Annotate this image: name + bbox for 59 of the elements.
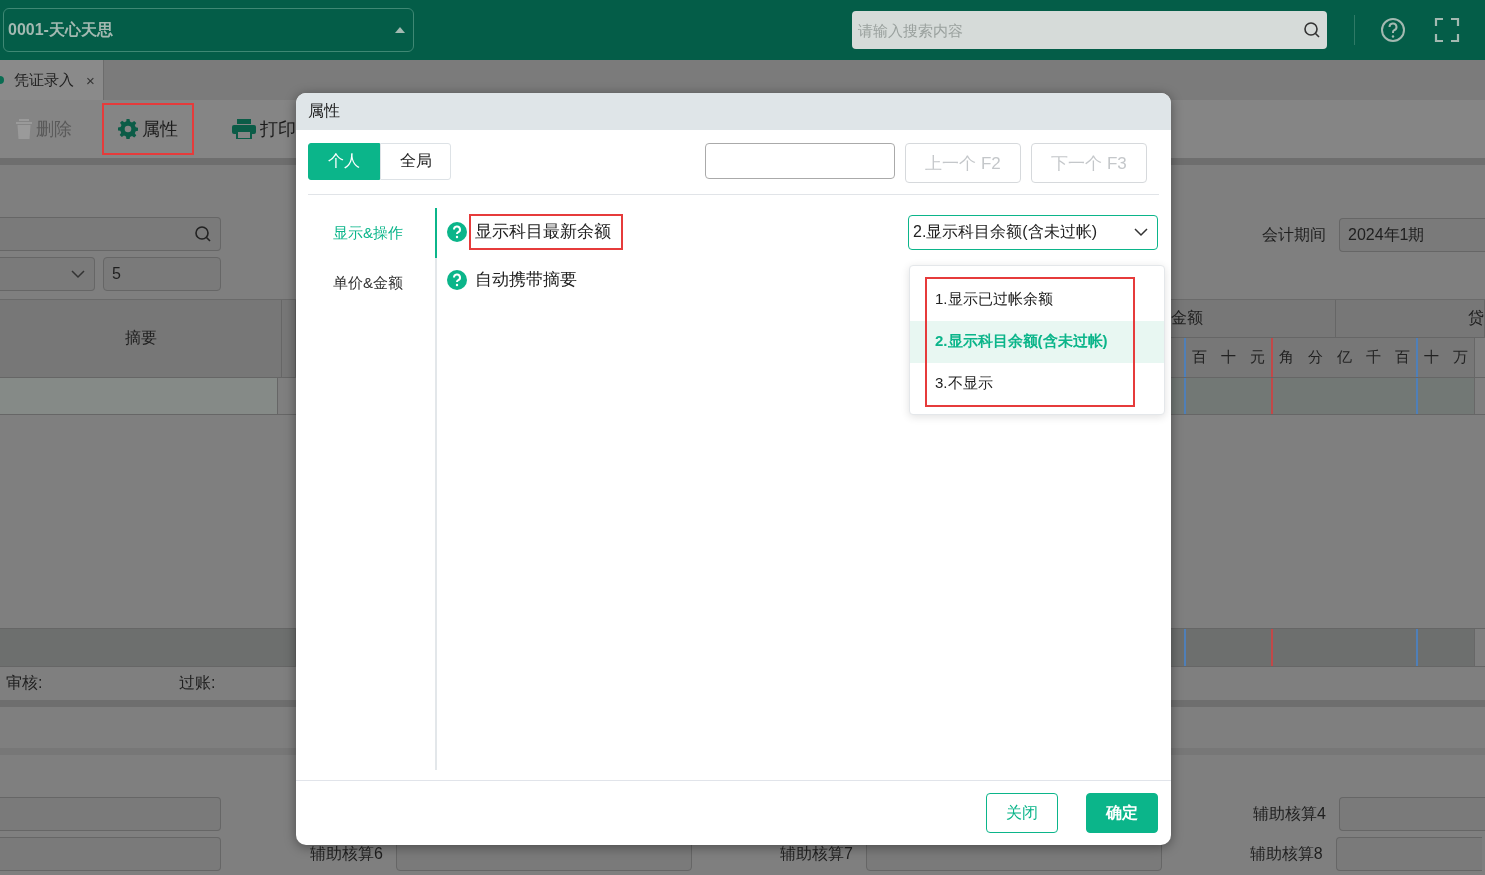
table-header-cell: 分 bbox=[1300, 338, 1330, 377]
aux-label: 辅助核算7 bbox=[779, 843, 853, 864]
nav-item[interactable]: 单价&金额 bbox=[308, 258, 437, 308]
aux-label: 辅助核算4 bbox=[1253, 803, 1326, 824]
close-icon[interactable]: × bbox=[86, 71, 95, 89]
period-label: 会计期间 bbox=[1262, 225, 1326, 245]
search-field[interactable]: 请输入搜索内容 bbox=[852, 11, 1327, 49]
table-header-cell: 百 bbox=[1387, 338, 1417, 377]
aux-field[interactable] bbox=[1335, 837, 1482, 871]
aux-field[interactable] bbox=[0, 837, 221, 871]
dialog-button[interactable]: 关闭 bbox=[986, 793, 1058, 833]
select-field[interactable] bbox=[0, 257, 95, 291]
aux-label: 辅助核算6 bbox=[310, 843, 383, 864]
dropdown-option[interactable]: 2.显示科目余额(含未过帐) bbox=[910, 320, 1164, 363]
table-header-cell: 贷 bbox=[1336, 300, 1485, 337]
search-icon[interactable] bbox=[1303, 21, 1321, 39]
table-header-cell: 角 bbox=[1271, 338, 1301, 377]
period-field[interactable]: 2024年1期 bbox=[1339, 218, 1485, 252]
dialog-title: 属性 bbox=[296, 93, 1171, 130]
fullscreen-icon[interactable] bbox=[1434, 17, 1460, 43]
setting-select[interactable]: 2.显示科目余额(含未过帐) bbox=[908, 214, 1158, 250]
toolbar-button[interactable]: 属性 bbox=[102, 103, 194, 155]
table-header-cell: 亿 bbox=[1329, 338, 1359, 377]
table-header-cell: 十 bbox=[1416, 338, 1446, 377]
dropdown-option[interactable]: 1.显示已过帐余额 bbox=[910, 278, 1164, 321]
help-icon[interactable] bbox=[1380, 17, 1406, 43]
scope-tab[interactable]: 全局 bbox=[380, 143, 451, 180]
setting-label: 自动携带摘要 bbox=[474, 269, 578, 291]
setting-label: 显示科目最新余额 bbox=[469, 214, 623, 250]
find-input[interactable] bbox=[705, 143, 895, 179]
dropdown-option[interactable]: 3.不显示 bbox=[910, 362, 1164, 405]
table-header-cell: 万 bbox=[1445, 338, 1475, 377]
aux-field[interactable] bbox=[1339, 797, 1485, 831]
help-icon bbox=[447, 222, 467, 242]
company-select[interactable]: 0001-天心天思 bbox=[3, 8, 414, 52]
help-icon bbox=[447, 270, 467, 290]
table-header-cell: 元 bbox=[1242, 338, 1272, 377]
gear-icon bbox=[118, 119, 138, 139]
table-header-cell: 金额 bbox=[1171, 300, 1336, 337]
printer-icon bbox=[232, 119, 256, 139]
tab[interactable]: 凭证录入 × bbox=[0, 60, 104, 100]
chevron-icon bbox=[70, 269, 86, 279]
signature-label: 审核: bbox=[6, 673, 44, 693]
table-header-cell: 十 bbox=[1213, 338, 1243, 377]
table-header-cell: 千 bbox=[1358, 338, 1388, 377]
table-header-cell: 百 bbox=[1184, 338, 1214, 377]
caret-icon bbox=[395, 27, 405, 33]
nav-item[interactable]: 显示&操作 bbox=[308, 208, 437, 258]
search-icon[interactable] bbox=[194, 225, 212, 243]
chevron-icon bbox=[1133, 227, 1149, 237]
number-field[interactable]: 5 bbox=[103, 257, 221, 291]
dialog-button[interactable]: 确定 bbox=[1086, 793, 1158, 833]
scope-tab[interactable]: 个人 bbox=[308, 143, 380, 180]
signature-label: 过账: bbox=[179, 673, 216, 693]
aux-field[interactable] bbox=[0, 797, 221, 831]
aux-label: 辅助核算8 bbox=[1249, 843, 1323, 864]
search-field[interactable] bbox=[0, 217, 221, 251]
tab-label: 凭证录入 bbox=[14, 70, 74, 90]
table-header-cell: 摘要 bbox=[0, 300, 282, 377]
